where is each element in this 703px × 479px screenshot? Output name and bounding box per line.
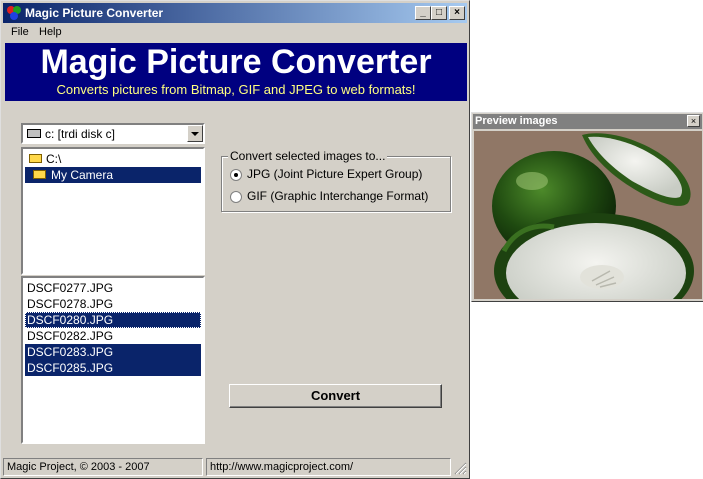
open-folder-icon	[29, 154, 42, 163]
title-bar[interactable]: Magic Picture Converter _ □ ×	[3, 3, 467, 23]
preview-close-button[interactable]: ×	[687, 115, 700, 127]
close-button[interactable]: ×	[449, 6, 465, 20]
preview-title-bar[interactable]: Preview images ×	[473, 114, 702, 129]
dropdown-button[interactable]	[187, 125, 203, 142]
jpg-option-label[interactable]: JPG (Joint Picture Expert Group)	[247, 167, 422, 181]
file-list[interactable]: DSCF0277.JPG DSCF0278.JPG DSCF0280.JPG D…	[21, 276, 205, 444]
radio-selected-dot	[234, 173, 238, 177]
file-item[interactable]: DSCF0278.JPG	[25, 296, 201, 312]
drive-select[interactable]: c: [trdi disk c]	[21, 123, 205, 144]
chevron-down-icon	[191, 132, 199, 136]
open-folder-icon	[33, 170, 46, 179]
convert-button[interactable]: Convert	[229, 384, 442, 408]
banner-subtitle: Converts pictures from Bitmap, GIF and J…	[56, 82, 416, 97]
resize-grip-icon[interactable]	[453, 461, 467, 475]
folder-item-root[interactable]: C:\	[25, 151, 201, 167]
status-url: http://www.magicproject.com/	[206, 458, 451, 476]
convert-options-group: Convert selected images to... JPG (Joint…	[221, 149, 451, 212]
app-icon	[7, 6, 21, 20]
jpg-radio[interactable]	[230, 169, 242, 181]
minimize-button[interactable]: _	[415, 6, 431, 20]
folder-item-label: My Camera	[51, 168, 114, 182]
file-item[interactable]: DSCF0277.JPG	[25, 280, 201, 296]
folder-item-my-camera[interactable]: My Camera	[25, 167, 201, 183]
file-item[interactable]: DSCF0283.JPG	[25, 344, 201, 360]
file-item[interactable]: DSCF0285.JPG	[25, 360, 201, 376]
gif-radio[interactable]	[230, 191, 242, 203]
menu-file[interactable]: File	[11, 26, 29, 38]
gif-option-label[interactable]: GIF (Graphic Interchange Format)	[247, 189, 428, 203]
drive-select-value: c: [trdi disk c]	[45, 127, 116, 141]
file-item[interactable]: DSCF0280.JPG	[25, 312, 201, 328]
drive-icon	[27, 129, 41, 138]
maximize-button[interactable]: □	[431, 6, 447, 20]
preview-title: Preview images	[475, 115, 558, 127]
window-title: Magic Picture Converter	[25, 6, 164, 20]
menu-help[interactable]: Help	[39, 26, 62, 38]
status-copyright: Magic Project, © 2003 - 2007	[3, 458, 203, 476]
folder-list[interactable]: C:\ My Camera	[21, 147, 205, 275]
main-window: Magic Picture Converter _ □ × File Help …	[0, 0, 470, 479]
banner: Magic Picture Converter Converts picture…	[5, 43, 467, 101]
banner-title: Magic Picture Converter	[40, 43, 432, 81]
menu-bar: File Help	[3, 23, 467, 41]
file-item[interactable]: DSCF0282.JPG	[25, 328, 201, 344]
folder-item-label: C:\	[46, 152, 62, 166]
preview-window: Preview images ×	[471, 112, 703, 302]
preview-image	[474, 131, 702, 299]
group-legend: Convert selected images to...	[228, 149, 388, 163]
